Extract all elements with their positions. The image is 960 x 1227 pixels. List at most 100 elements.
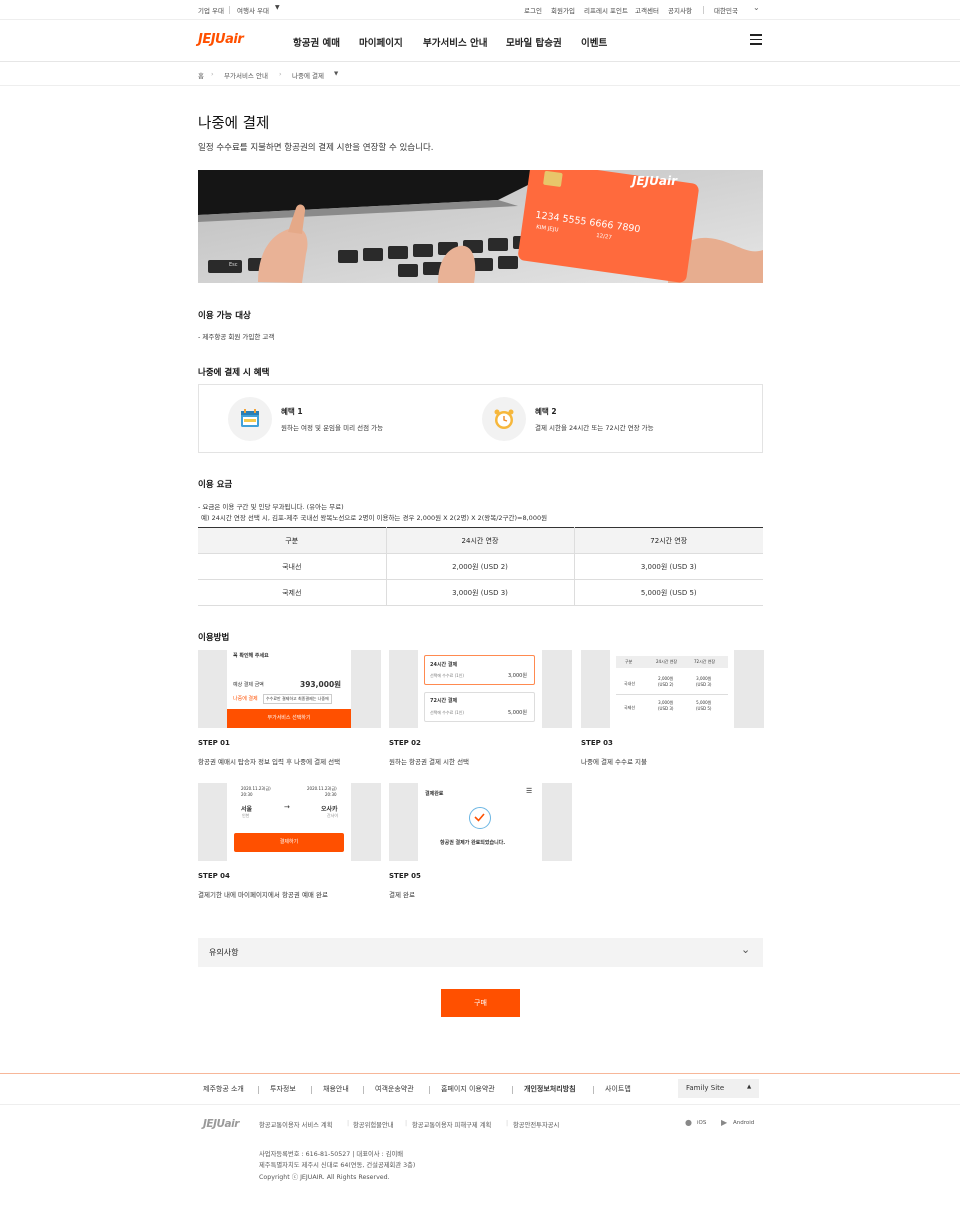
nav-mypage[interactable]: 마이페이지 [359, 35, 403, 49]
mock-table-header: 구분 [625, 659, 633, 664]
table-header-row: 구분 24시간 연장 72시간 연장 [198, 527, 763, 554]
check-icon [469, 807, 491, 829]
fee-note-1: - 요금은 이용 구간 및 인당 부과됩니다. (유아는 무료) [198, 503, 344, 511]
mock-screen: 구분 24시간 연장 72시간 연장 국내선 2,000원 (USD 2) 3,… [610, 650, 734, 728]
country-select[interactable]: 대한민국 [714, 5, 738, 15]
play-store-icon[interactable]: ▶ [721, 1118, 727, 1127]
mock-amount: 393,000원 [300, 680, 342, 689]
chevron-right-icon: › [211, 70, 214, 78]
table-header: 구분 [198, 527, 387, 554]
table-cell: 5,000원 (USD 5) [574, 579, 763, 606]
notice-accordion[interactable]: 유의사항 ⌄ [198, 938, 763, 967]
android-app-link[interactable]: Android [733, 1120, 754, 1126]
breadcrumb-services[interactable]: 부가서비스 안내 [224, 70, 268, 80]
mock-screen: 결제완료 ☰ 항공권 결제가 완료되었습니다. [418, 783, 542, 861]
step-2-screenshot: 24시간 결제 선택에 수수료 (1인) 3,000원 72시간 결제 선택에 … [389, 650, 572, 728]
business-info: 사업자등록번호 : 616-81-50527 | 대표이사 : 김이배 [259, 1151, 404, 1158]
breadcrumb: 홈 › 부가서비스 안내 › 나중에 결제 ▼ [0, 62, 960, 86]
nav-event[interactable]: 이벤트 [581, 35, 607, 49]
menu-icon[interactable] [750, 34, 762, 45]
buy-button[interactable]: 구매 [441, 989, 520, 1017]
notice-link[interactable]: 공지사항 [668, 5, 692, 15]
step-2-label: STEP 02 [389, 739, 421, 747]
table-header: 24시간 연장 [386, 527, 575, 554]
refresh-point-link[interactable]: 리프레시 포인트 [584, 5, 628, 15]
table-row: 국제선 3,000원 (USD 3) 5,000원 (USD 5) [198, 579, 763, 606]
hero-image: JEJUair 1234 5555 6666 7890 KIM JEJU 12/… [198, 170, 763, 283]
mock-addon-button: 부가서비스 선택하기 [227, 709, 351, 728]
step-3-label: STEP 03 [581, 739, 613, 747]
ios-app-link[interactable]: iOS [697, 1120, 706, 1126]
footer-link-terms[interactable]: 여객운송약관 [375, 1084, 414, 1094]
esc-key-label: Esc [229, 262, 238, 268]
caret-down-icon[interactable]: ▼ [275, 4, 280, 11]
menu-icon: ☰ [526, 787, 533, 795]
mock-screen: 24시간 결제 선택에 수수료 (1인) 3,000원 72시간 결제 선택에 … [418, 650, 542, 728]
mock-screen: 2020.11.23(금) 20:30 2020.11.23(금) 20:30 … [227, 783, 351, 861]
customer-center-link[interactable]: 고객센터 [635, 5, 659, 15]
utility-bar: 기업 우대 여행사 우대 ▼ 로그인 회원가입 리프레시 포인트 고객센터 공지… [0, 0, 960, 20]
mock-table-cell: 2,000원 (USD 2) [658, 676, 674, 687]
footer-divider [0, 1073, 960, 1074]
mock-origin-code: 인천 [242, 813, 250, 818]
company-address: 제주특별자치도 제주시 신대로 64(연동, 건설공제회관 3층) [259, 1162, 416, 1169]
mock-destination: 오사카 [321, 806, 338, 813]
apple-icon[interactable]: ● [685, 1118, 692, 1127]
footer-link-relief-plan[interactable]: 항공교통이용자 피해구제 계획 [412, 1120, 491, 1129]
step-4-desc: 결제기한 내에 마이페이지에서 항공권 예매 완료 [198, 891, 328, 899]
footer-link-site-terms[interactable]: 홈페이지 이용약관 [441, 1084, 495, 1094]
family-site-select[interactable]: Family Site ▲ [678, 1079, 759, 1098]
breadcrumb-home[interactable]: 홈 [198, 70, 204, 80]
mock-table-cell: 국제선 [624, 705, 636, 710]
mock-time: 20:30 [325, 792, 337, 797]
divider: | [347, 1120, 350, 1127]
table-cell: 국제선 [198, 579, 387, 606]
mock-destination-code: 간사이 [327, 813, 339, 818]
nav-services[interactable]: 부가서비스 안내 [423, 35, 488, 49]
table-row: 국내선 2,000원 (USD 2) 3,000원 (USD 3) [198, 553, 763, 580]
footer-link-dangerous-goods[interactable]: 항공위험물안내 [353, 1120, 394, 1129]
login-link[interactable]: 로그인 [524, 5, 542, 15]
laptop-card-illustration [198, 170, 763, 283]
calendar-icon [228, 397, 272, 441]
divider [311, 1086, 312, 1094]
nav-mobile-boarding[interactable]: 모바일 탑승권 [506, 35, 562, 49]
divider [512, 1086, 513, 1094]
footer-link-safety[interactable]: 항공안전투자공시 [513, 1120, 559, 1129]
mock-table-cell: 국내선 [624, 681, 636, 686]
nav-booking[interactable]: 항공권 예매 [293, 35, 340, 49]
footer-link-privacy[interactable]: 개인정보처리방침 [524, 1084, 576, 1094]
signup-link[interactable]: 회원가입 [551, 5, 575, 15]
mock-table-header: 24시간 연장 [656, 659, 678, 664]
travel-agency-link[interactable]: 여행사 우대 [237, 5, 269, 15]
divider: | [405, 1120, 408, 1127]
footer-logo: JEJUair [203, 1118, 239, 1130]
divider [429, 1086, 430, 1094]
chevron-down-icon[interactable]: ⌄ [753, 3, 760, 12]
mock-table-cell: 3,000원 (USD 3) [658, 700, 674, 711]
mock-option-label: 선택에 수수료 (1인) [430, 673, 464, 678]
footer-divider [0, 1104, 960, 1105]
mock-notice: 꼭 확인해 주세요 [233, 653, 269, 659]
step-1-desc: 항공권 예매시 탑승자 정보 입력 후 나중에 결제 선택 [198, 758, 341, 766]
step-5-label: STEP 05 [389, 872, 421, 880]
mock-table-cell: 3,000원 (USD 3) [696, 676, 712, 687]
benefit-2-desc: 결제 시한을 24시간 또는 72시간 연장 가능 [535, 424, 654, 432]
family-site-label: Family Site [686, 1084, 725, 1092]
jejuair-logo[interactable]: JEJUair [198, 32, 244, 47]
step-3-screenshot: 구분 24시간 연장 72시간 연장 국내선 2,000원 (USD 2) 3,… [581, 650, 764, 728]
caret-down-icon[interactable]: ▼ [334, 71, 338, 77]
copyright: Copyright ⓒ JEJUAIR. All Rights Reserved… [259, 1174, 390, 1181]
mock-later-note: 수수료만 결제하고 최종결제는 나중에 [263, 694, 332, 704]
mock-complete-message: 항공권 결제가 완료되었습니다. [440, 840, 506, 846]
step-1-label: STEP 01 [198, 739, 230, 747]
footer-link-about[interactable]: 제주항공 소개 [203, 1084, 244, 1094]
main-nav: JEJUair 항공권 예매 마이페이지 부가서비스 안내 모바일 탑승권 이벤… [0, 20, 960, 62]
footer-link-investor[interactable]: 투자정보 [270, 1084, 296, 1094]
breadcrumb-current[interactable]: 나중에 결제 [292, 70, 324, 80]
footer-link-service-plan[interactable]: 항공교통이용자 서비스 계획 [259, 1120, 333, 1129]
mock-option-24h: 24시간 결제 [430, 662, 458, 668]
footer-link-sitemap[interactable]: 사이트맵 [605, 1084, 631, 1094]
corporate-link[interactable]: 기업 우대 [198, 5, 224, 15]
footer-link-careers[interactable]: 채용안내 [323, 1084, 349, 1094]
